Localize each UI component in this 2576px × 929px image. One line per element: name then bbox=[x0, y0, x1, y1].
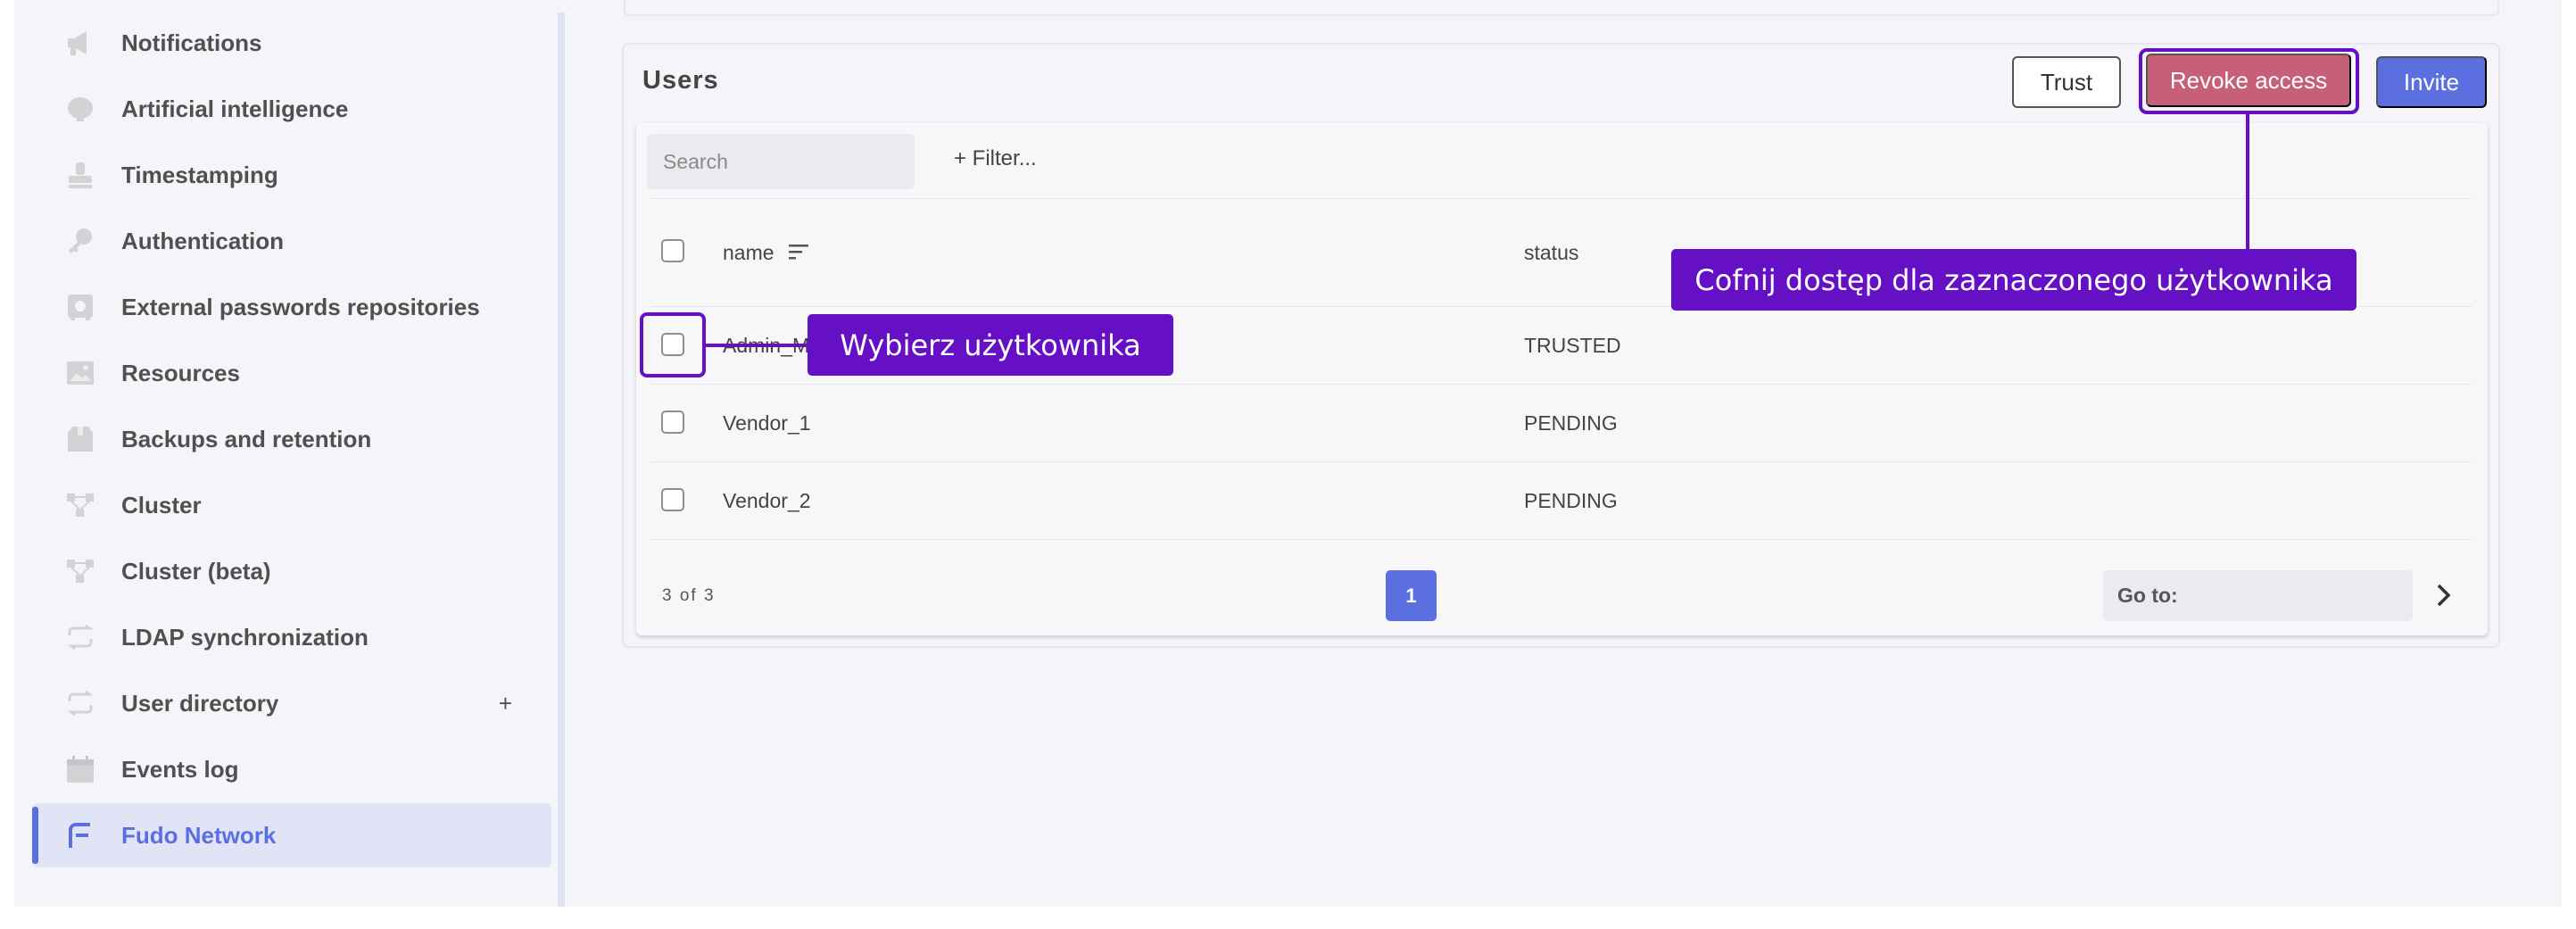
row-checkbox[interactable] bbox=[661, 488, 684, 511]
callout-connector bbox=[706, 344, 808, 347]
sidebar-item-label: Authentication bbox=[121, 227, 284, 254]
sidebar-item-label: User directory bbox=[121, 689, 279, 717]
image-icon bbox=[64, 357, 96, 389]
callout-connector bbox=[2246, 114, 2249, 249]
trust-button[interactable]: Trust bbox=[2012, 56, 2121, 108]
sidebar-item-label: Artificial intelligence bbox=[121, 95, 349, 122]
search-input[interactable] bbox=[647, 134, 915, 189]
sidebar: Notifications Artificial intelligence Ti… bbox=[14, 0, 558, 907]
sidebar-item-user-directory[interactable]: User directory + bbox=[32, 671, 551, 735]
callout-select-user: Wybierz użytkownika bbox=[808, 314, 1173, 376]
sidebar-item-label: Resources bbox=[121, 359, 240, 386]
megaphone-icon bbox=[64, 27, 96, 59]
sidebar-item-label: Cluster (beta) bbox=[121, 557, 271, 585]
row-checkbox[interactable] bbox=[661, 411, 684, 434]
previous-section-card bbox=[624, 0, 2499, 16]
revoke-access-button[interactable]: Revoke access bbox=[2146, 54, 2351, 107]
sidebar-item-label: Cluster bbox=[121, 491, 202, 518]
table-cell-name: Vendor_1 bbox=[723, 411, 811, 435]
sidebar-item-external-passwords-repositories[interactable]: External passwords repositories bbox=[32, 275, 551, 339]
divider bbox=[651, 198, 2472, 199]
sidebar-item-label: Events log bbox=[121, 755, 239, 783]
active-indicator bbox=[32, 807, 38, 864]
divider bbox=[651, 461, 2472, 462]
goto-label: Go to: bbox=[2117, 584, 2178, 607]
sidebar-item-label: External passwords repositories bbox=[121, 293, 480, 320]
sidebar-divider bbox=[558, 12, 565, 907]
safe-icon bbox=[64, 291, 96, 323]
sidebar-item-ldap-synchronization[interactable]: LDAP synchronization bbox=[32, 605, 551, 669]
expand-plus-icon[interactable]: + bbox=[499, 690, 512, 717]
select-all-checkbox[interactable] bbox=[661, 239, 684, 262]
table-cell-status: PENDING bbox=[1524, 411, 1618, 435]
sidebar-item-label: Backups and retention bbox=[121, 425, 372, 452]
sync-icon bbox=[64, 621, 96, 653]
box-icon bbox=[64, 423, 96, 455]
sync-icon bbox=[64, 687, 96, 719]
callout-revoke-access: Cofnij dostęp dla zaznaczonego użytkowni… bbox=[1671, 249, 2357, 311]
network-icon bbox=[64, 489, 96, 521]
network-icon bbox=[64, 555, 96, 587]
table-cell-status: TRUSTED bbox=[1524, 334, 1621, 357]
sidebar-item-backups-and-retention[interactable]: Backups and retention bbox=[32, 407, 551, 471]
sidebar-item-label: LDAP synchronization bbox=[121, 623, 369, 651]
column-header-status[interactable]: status bbox=[1524, 241, 1578, 265]
users-table-card bbox=[636, 122, 2488, 635]
sidebar-item-notifications[interactable]: Notifications bbox=[32, 11, 551, 75]
sort-icon[interactable] bbox=[789, 243, 808, 261]
pagination-count: 3 of 3 bbox=[662, 586, 716, 605]
add-filter-button[interactable]: + Filter... bbox=[954, 146, 1037, 171]
fudo-logo-icon bbox=[64, 819, 96, 851]
page-button[interactable]: 1 bbox=[1386, 570, 1437, 621]
column-header-name[interactable]: name bbox=[723, 241, 774, 265]
page-title: Users bbox=[642, 66, 719, 95]
table-cell-status: PENDING bbox=[1524, 489, 1618, 512]
sidebar-item-resources[interactable]: Resources bbox=[32, 341, 551, 405]
goto-page-input[interactable]: Go to: bbox=[2103, 570, 2413, 621]
invite-button[interactable]: Invite bbox=[2376, 56, 2487, 108]
sidebar-item-artificial-intelligence[interactable]: Artificial intelligence bbox=[32, 77, 551, 141]
calendar-icon bbox=[64, 753, 96, 785]
sidebar-item-label: Notifications bbox=[121, 29, 262, 56]
sidebar-item-label: Fudo Network bbox=[121, 821, 277, 849]
key-icon bbox=[64, 225, 96, 257]
sidebar-item-timestamping[interactable]: Timestamping bbox=[32, 143, 551, 207]
sidebar-item-fudo-network[interactable]: Fudo Network bbox=[32, 803, 551, 867]
checkbox-highlight-outline bbox=[640, 312, 706, 377]
sidebar-item-label: Timestamping bbox=[121, 161, 278, 188]
sidebar-item-authentication[interactable]: Authentication bbox=[32, 209, 551, 273]
table-cell-name: Vendor_2 bbox=[723, 489, 811, 512]
sidebar-item-events-log[interactable]: Events log bbox=[32, 737, 551, 801]
sidebar-item-cluster[interactable]: Cluster bbox=[32, 473, 551, 537]
divider bbox=[651, 539, 2472, 540]
divider bbox=[651, 384, 2472, 385]
chevron-right-icon[interactable] bbox=[2433, 582, 2453, 609]
stamp-icon bbox=[64, 159, 96, 191]
sidebar-item-cluster-beta[interactable]: Cluster (beta) bbox=[32, 539, 551, 603]
brain-icon bbox=[64, 93, 96, 125]
